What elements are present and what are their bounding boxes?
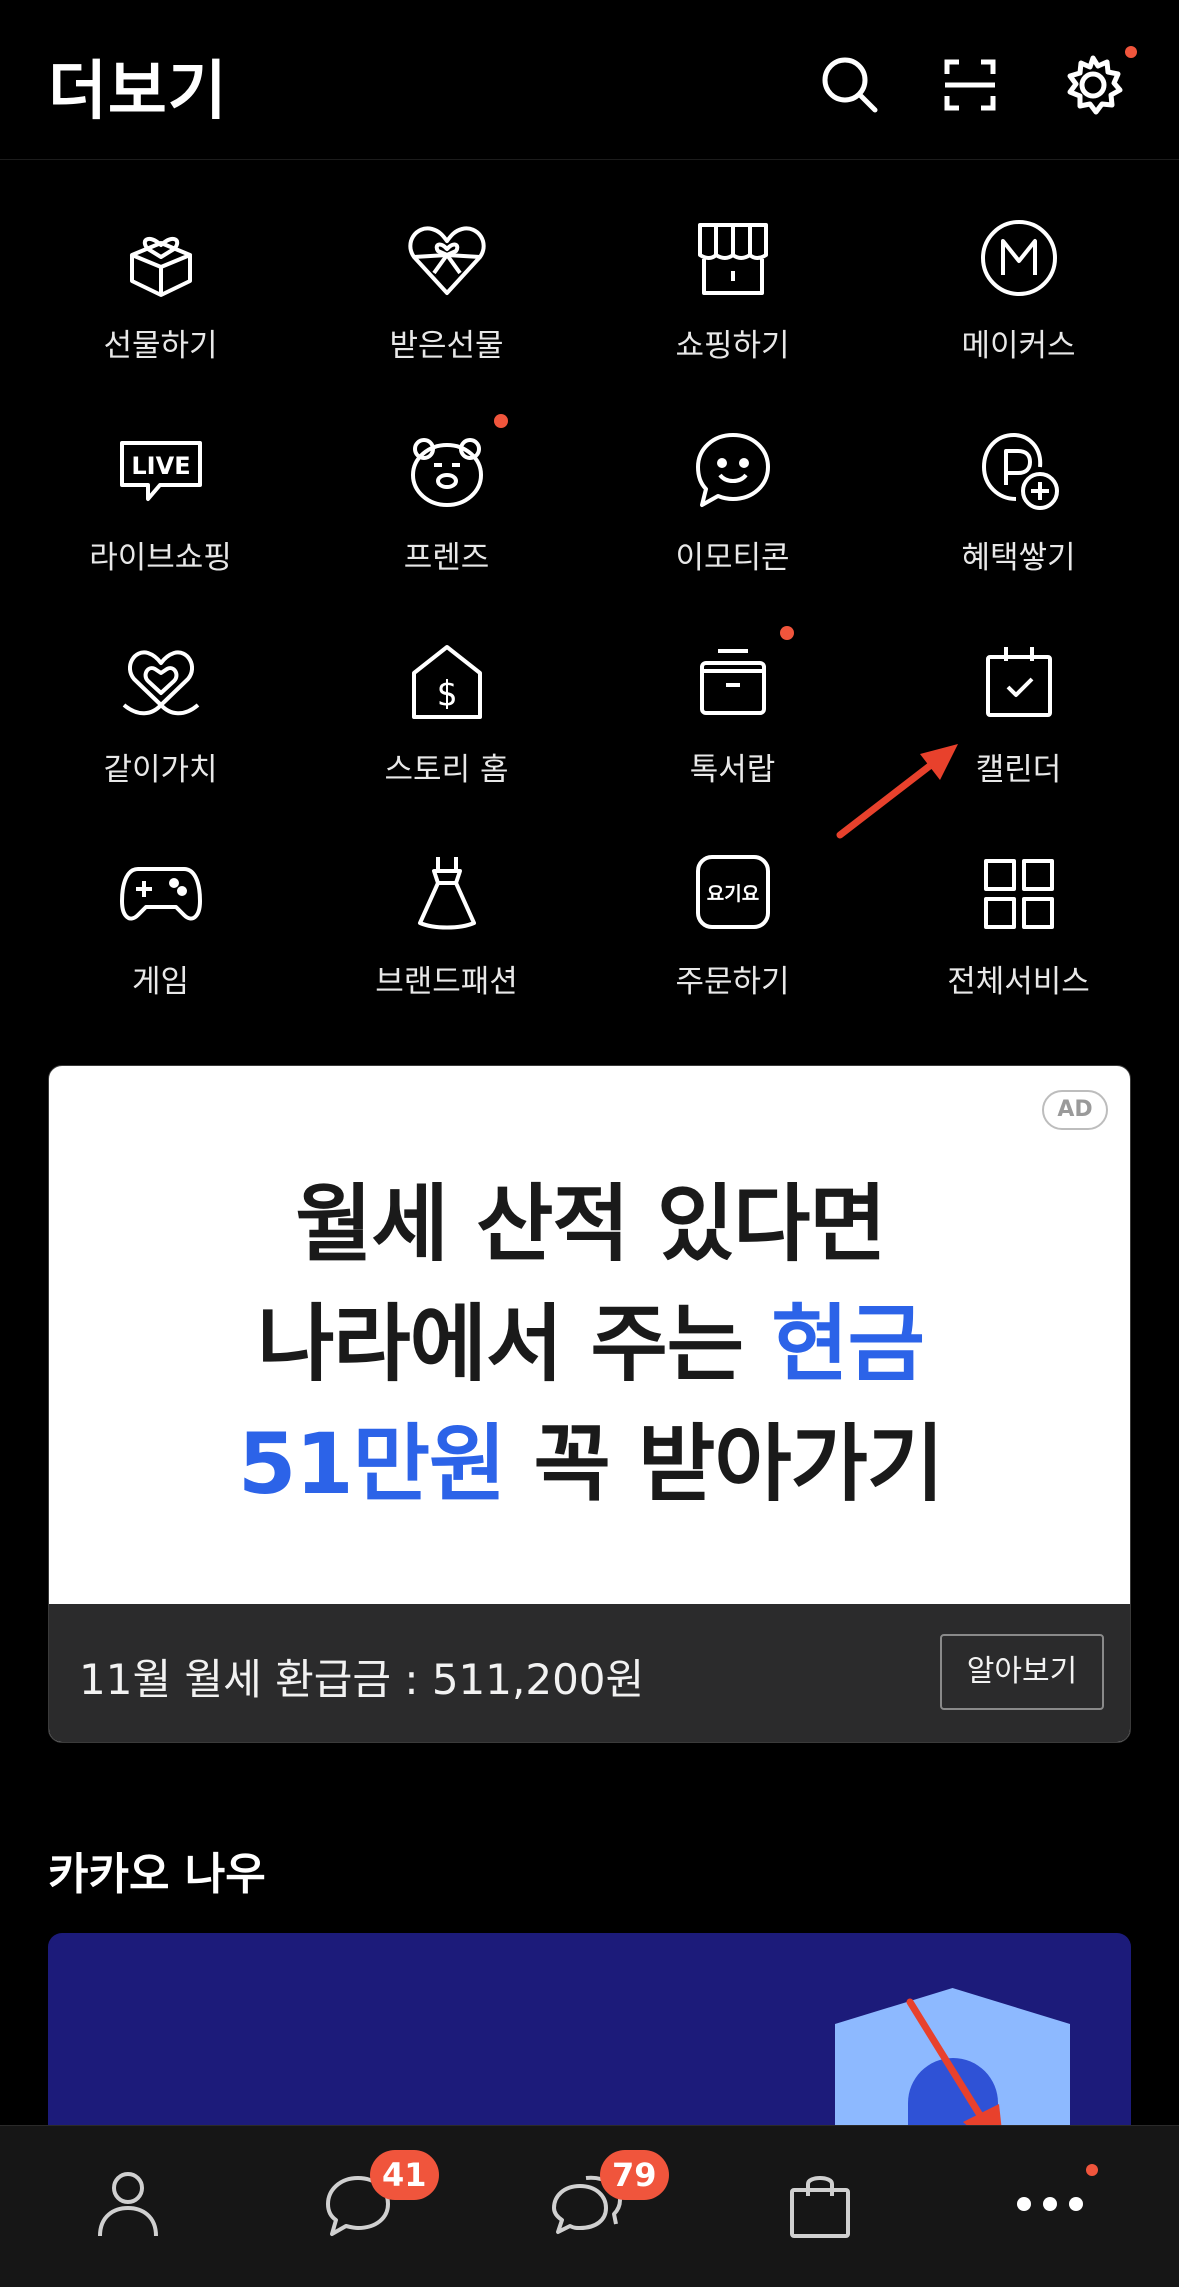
ad-headline: 월세 산적 있다면 나라에서 주는 현금 51만원 꼭 받아가기 [49, 1164, 1130, 1524]
settings-notification-dot [1125, 46, 1137, 58]
emoticon-icon [690, 427, 776, 513]
menu-label: 전체서비스 [947, 964, 1090, 1000]
ad-highlight: 51만원 [237, 1415, 506, 1513]
yogiyo-icon: 요기요 [690, 851, 776, 937]
menu-item-benefits[interactable]: 혜택쌓기 [876, 417, 1161, 597]
menu-item-together[interactable]: 같이가치 [18, 629, 303, 809]
menu-label: 선물하기 [103, 328, 218, 364]
menu-item-brand-fashion[interactable]: 브랜드패션 [304, 841, 589, 1021]
kakao-now-title: 카카오 나우 [48, 1849, 266, 1900]
menu-item-all-services[interactable]: 전체서비스 [876, 841, 1161, 1021]
more-icon[interactable] [1010, 2164, 1090, 2244]
menu-item-gift[interactable]: 선물하기 [18, 205, 303, 385]
menu-label: 주문하기 [675, 964, 790, 1000]
chat-unread-badge: 41 [370, 2150, 439, 2200]
annotation-arrow-calendar [836, 744, 958, 839]
menu-label: 게임 [131, 964, 190, 1000]
menu-label: 프렌즈 [403, 540, 490, 576]
menu-label: 스토리 홈 [384, 752, 509, 788]
point-plus-icon [976, 427, 1062, 513]
top-header: 더보기 [0, 0, 1179, 160]
menu-item-friends[interactable]: 프렌즈 [304, 417, 589, 597]
ad-footer-text: 11월 월세 환급금 : 511,200원 [79, 1655, 645, 1704]
friends-bear-icon [404, 427, 490, 513]
shopping-bag-icon[interactable] [780, 2164, 860, 2244]
gamepad-icon [118, 851, 204, 937]
scan-icon[interactable] [935, 50, 1005, 120]
menu-item-story-home[interactable]: S 스토리 홈 [304, 629, 589, 809]
ad-headline-line2: 나라에서 주는 현금 [49, 1284, 1130, 1404]
live-icon: LIVE [118, 427, 204, 513]
ad-banner[interactable]: AD 월세 산적 있다면 나라에서 주는 현금 51만원 꼭 받아가기 11월 … [48, 1065, 1131, 1743]
menu-item-shopping[interactable]: 쇼핑하기 [590, 205, 875, 385]
friends-notification-dot [494, 414, 508, 428]
menu-item-order[interactable]: 요기요 주문하기 [590, 841, 875, 1021]
drawer-icon [690, 639, 776, 725]
page-title: 더보기 [48, 55, 228, 129]
learn-more-button[interactable]: 알아보기 [940, 1634, 1104, 1710]
gear-icon[interactable] [1058, 50, 1128, 120]
more-notification-dot [1086, 2164, 1098, 2176]
drawer-notification-dot [780, 626, 794, 640]
ad-text: 나라에서 주는 [257, 1295, 772, 1393]
story-home-icon: S [404, 639, 490, 725]
menu-label: 라이브쇼핑 [89, 540, 232, 576]
ad-footer: 11월 월세 환급금 : 511,200원 알아보기 [49, 1604, 1130, 1742]
store-icon [690, 215, 776, 301]
svg-text:LIVE: LIVE [131, 452, 190, 480]
ad-badge: AD [1042, 1090, 1108, 1130]
menu-label: 혜택쌓기 [961, 540, 1076, 576]
yogiyo-icon-text: 요기요 [707, 883, 759, 905]
heart-gift-icon [404, 215, 490, 301]
ad-headline-line3: 51만원 꼭 받아가기 [49, 1404, 1130, 1524]
menu-label: 받은선물 [389, 328, 504, 364]
menu-item-emoticon[interactable]: 이모티콘 [590, 417, 875, 597]
grid-icon [976, 851, 1062, 937]
menu-item-received-gift[interactable]: 받은선물 [304, 205, 589, 385]
search-icon[interactable] [815, 50, 885, 120]
bottom-tab-bar: 41 79 [0, 2125, 1179, 2287]
open-chat-unread-badge: 79 [600, 2150, 669, 2200]
menu-label: 이모티콘 [675, 540, 790, 576]
menu-item-makers[interactable]: 메이커스 [876, 205, 1161, 385]
makers-icon [976, 215, 1062, 301]
menu-item-game[interactable]: 게임 [18, 841, 303, 1021]
gift-box-icon [118, 215, 204, 301]
dress-icon [404, 851, 490, 937]
menu-label: 브랜드패션 [375, 964, 518, 1000]
ad-headline-line1: 월세 산적 있다면 [295, 1175, 886, 1273]
ad-highlight: 현금 [771, 1295, 925, 1393]
menu-item-live-shopping[interactable]: LIVE 라이브쇼핑 [18, 417, 303, 597]
menu-label: 같이가치 [103, 752, 218, 788]
menu-label: 메이커스 [961, 328, 1076, 364]
menu-label: 쇼핑하기 [675, 328, 790, 364]
profile-icon[interactable] [88, 2164, 168, 2244]
calendar-icon [976, 639, 1062, 725]
ad-text: 꼭 받아가기 [505, 1415, 945, 1513]
together-heart-icon [118, 639, 204, 725]
